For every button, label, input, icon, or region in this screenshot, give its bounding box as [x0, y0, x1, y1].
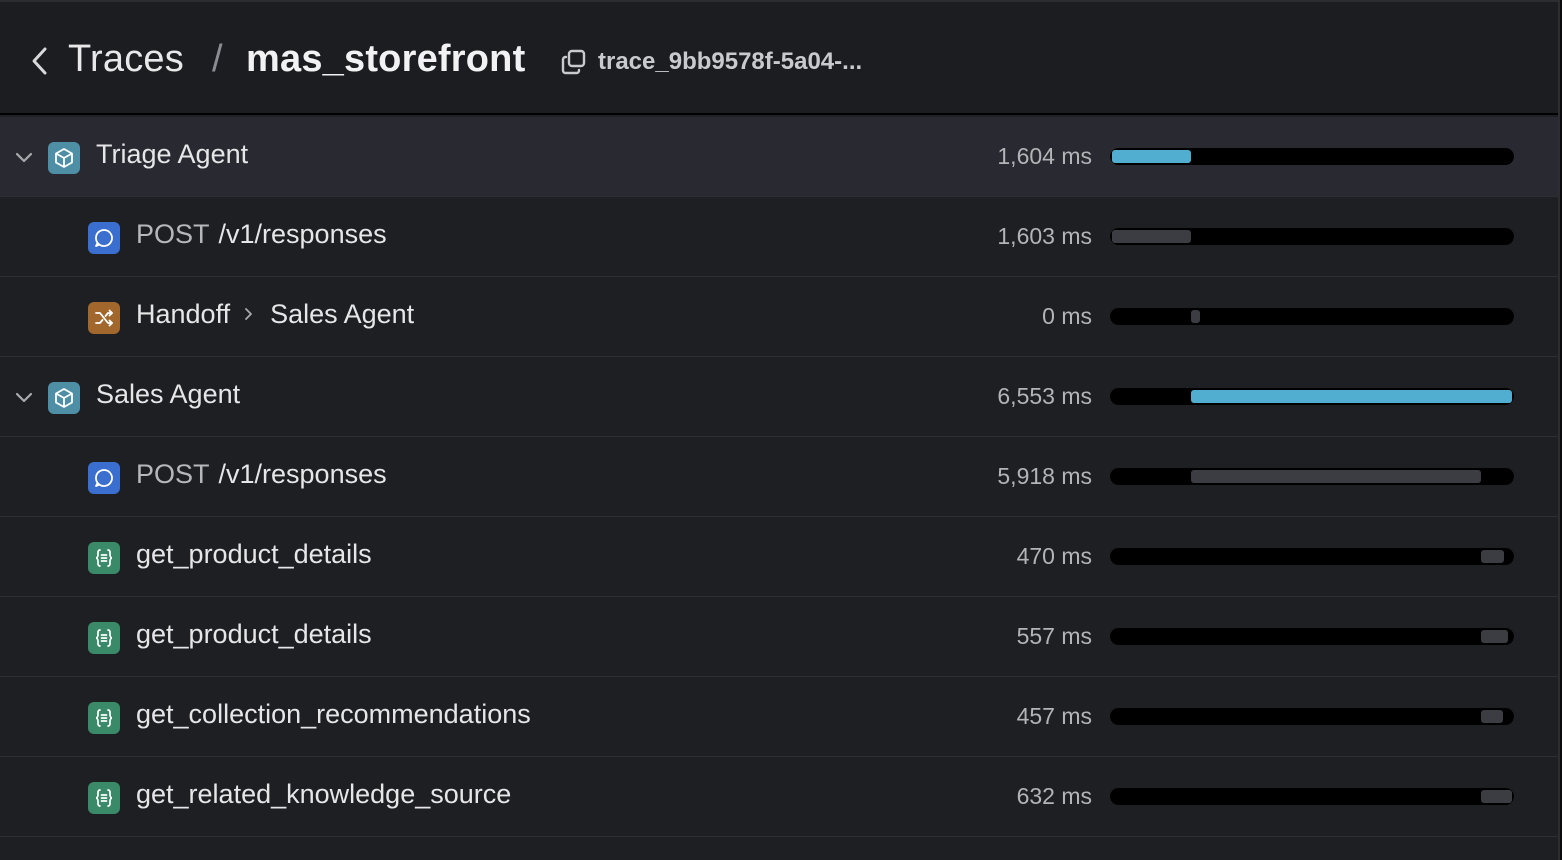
- function-braces-icon: [88, 782, 120, 814]
- chat-bubble-icon: [88, 462, 120, 494]
- span-duration: 6,553 ms: [997, 383, 1092, 409]
- cube-icon: [48, 382, 80, 414]
- span-bar: [1480, 630, 1509, 643]
- page-title: mas_storefront: [246, 38, 526, 80]
- endpoint-path: /v1/responses: [218, 219, 387, 249]
- chevron-down-icon[interactable]: [12, 385, 36, 409]
- span-row-function[interactable]: get_product_details 470 ms: [0, 517, 1558, 597]
- cube-icon: [48, 142, 80, 174]
- span-duration: 470 ms: [1016, 543, 1092, 569]
- span-row-triage-agent[interactable]: Triage Agent 1,604 ms: [0, 117, 1558, 197]
- span-timeline-track: [1110, 388, 1514, 405]
- span-label: Sales Agent: [96, 379, 241, 409]
- span-bar: [1112, 150, 1191, 163]
- trace-header: Traces / mas_storefront trace_9bb9578f-5…: [0, 2, 1558, 115]
- span-row-sales-agent[interactable]: Sales Agent 6,553 ms: [0, 357, 1558, 437]
- http-method: POST: [136, 219, 210, 249]
- span-row-response[interactable]: POST/v1/responses 1,603 ms: [0, 197, 1558, 277]
- span-row-response[interactable]: POST/v1/responses 5,918 ms: [0, 437, 1558, 517]
- span-duration: 557 ms: [1016, 623, 1092, 649]
- span-timeline-track: [1110, 708, 1514, 725]
- span-label: get_product_details: [136, 619, 372, 649]
- function-braces-icon: [88, 702, 120, 734]
- span-duration: 632 ms: [1016, 783, 1092, 809]
- span-duration: 1,604 ms: [997, 143, 1092, 169]
- copy-icon[interactable]: [560, 48, 588, 76]
- shuffle-icon: [88, 302, 120, 334]
- span-label: get_collection_recommendations: [136, 699, 531, 729]
- span-duration: 457 ms: [1016, 703, 1092, 729]
- span-bar: [1190, 310, 1200, 323]
- chevron-left-icon[interactable]: [28, 44, 52, 78]
- span-duration: 0 ms: [1042, 303, 1092, 329]
- span-bar: [1480, 790, 1512, 803]
- span-timeline-track: [1110, 468, 1514, 485]
- span-row-handoff[interactable]: Handoff Sales Agent 0 ms: [0, 277, 1558, 357]
- span-bar: [1112, 230, 1191, 243]
- trace-id[interactable]: trace_9bb9578f-5a04-...: [598, 48, 862, 76]
- span-timeline-track: [1110, 308, 1514, 325]
- span-label: Triage Agent: [96, 139, 249, 169]
- handoff-label: Handoff: [136, 299, 231, 329]
- span-label: POST/v1/responses: [136, 459, 387, 490]
- span-list: Triage Agent 1,604 ms POST/v1/responses …: [0, 117, 1558, 837]
- span-bar: [1480, 710, 1504, 723]
- span-timeline-track: [1110, 548, 1514, 565]
- chevron-right-icon: [238, 300, 258, 331]
- chat-bubble-icon: [88, 222, 120, 254]
- breadcrumb-traces-link[interactable]: Traces: [68, 38, 184, 81]
- endpoint-path: /v1/responses: [218, 459, 387, 489]
- span-bar: [1190, 390, 1512, 403]
- breadcrumb-separator: /: [212, 38, 223, 80]
- chevron-down-icon[interactable]: [12, 145, 36, 169]
- span-timeline-track: [1110, 228, 1514, 245]
- http-method: POST: [136, 459, 210, 489]
- span-timeline-track: [1110, 788, 1514, 805]
- span-duration: 1,603 ms: [997, 223, 1092, 249]
- span-label: get_product_details: [136, 539, 372, 569]
- span-row-function[interactable]: get_related_knowledge_source 632 ms: [0, 757, 1558, 837]
- span-label: Handoff Sales Agent: [136, 299, 414, 331]
- span-timeline-track: [1110, 148, 1514, 165]
- span-bar: [1480, 550, 1504, 563]
- trace-viewer: Traces / mas_storefront trace_9bb9578f-5…: [0, 0, 1560, 860]
- span-timeline-track: [1110, 628, 1514, 645]
- span-label: get_related_knowledge_source: [136, 779, 512, 809]
- function-braces-icon: [88, 622, 120, 654]
- span-label: POST/v1/responses: [136, 219, 387, 250]
- span-duration: 5,918 ms: [997, 463, 1092, 489]
- span-row-function[interactable]: get_collection_recommendations 457 ms: [0, 677, 1558, 757]
- span-bar: [1190, 470, 1481, 483]
- function-braces-icon: [88, 542, 120, 574]
- handoff-target: Sales Agent: [270, 299, 415, 329]
- span-row-function[interactable]: get_product_details 557 ms: [0, 597, 1558, 677]
